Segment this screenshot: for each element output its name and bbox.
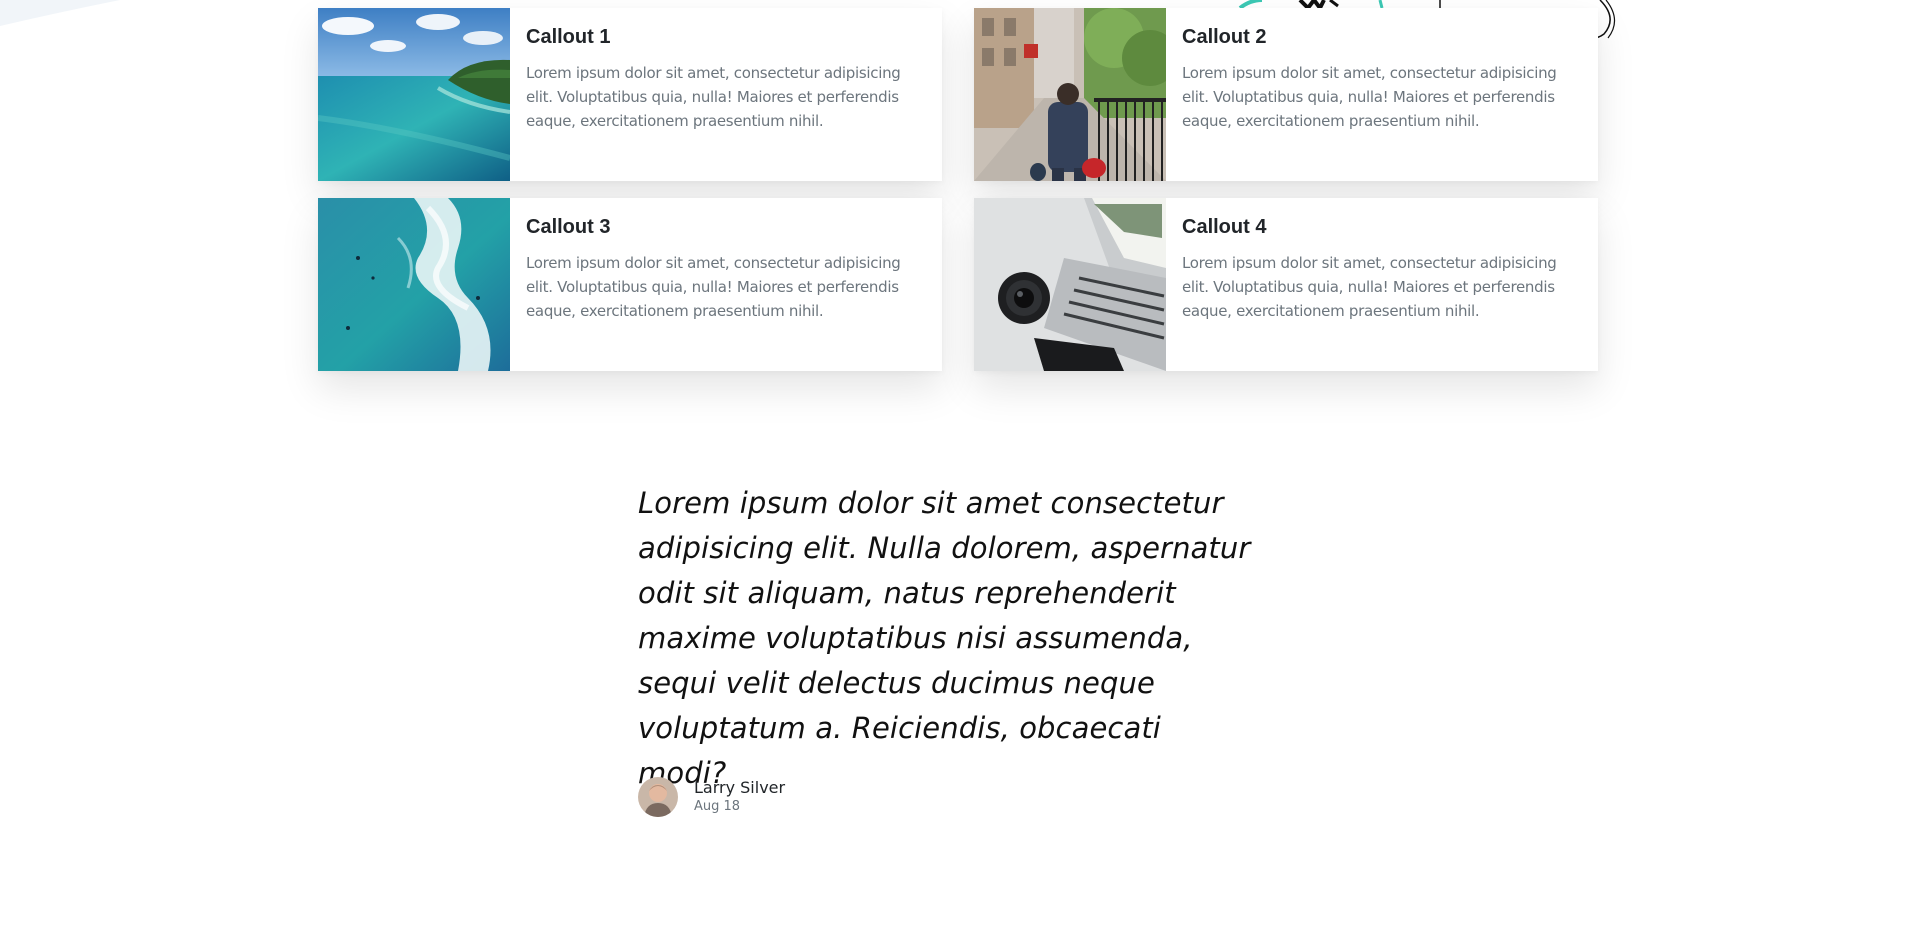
page: Callout 1 Lorem ipsum dolor sit amet, co… <box>0 0 1918 946</box>
callout-card-2[interactable]: Callout 2 Lorem ipsum dolor sit amet, co… <box>974 8 1598 181</box>
avatar <box>638 777 678 817</box>
callout-card-4[interactable]: Callout 4 Lorem ipsum dolor sit amet, co… <box>974 198 1598 371</box>
callout-card-1[interactable]: Callout 1 Lorem ipsum dolor sit amet, co… <box>318 8 942 181</box>
callout-text: Lorem ipsum dolor sit amet, consectetur … <box>526 64 901 130</box>
callout-text: Lorem ipsum dolor sit amet, consectetur … <box>1182 254 1557 320</box>
author-meta: Larry Silver Aug 18 <box>694 778 785 816</box>
callout-title: Callout 1 <box>526 26 611 48</box>
quote-text: Lorem ipsum dolor sit amet consectetur a… <box>638 486 1251 790</box>
testimonial-author: Larry Silver Aug 18 <box>638 777 785 817</box>
callout-text: Lorem ipsum dolor sit amet, consectetur … <box>1182 64 1557 130</box>
city-sidewalk-image <box>974 8 1166 181</box>
callout-title: Callout 4 <box>1182 216 1267 238</box>
callout-title: Callout 3 <box>526 216 611 238</box>
author-date: Aug 18 <box>694 799 741 814</box>
callout-card-3[interactable]: Callout 3 Lorem ipsum dolor sit amet, co… <box>318 198 942 371</box>
laptop-desk-image <box>974 198 1166 371</box>
testimonial-quote: Lorem ipsum dolor sit amet consectetur a… <box>638 481 1258 796</box>
author-name: Larry Silver <box>694 778 786 797</box>
callout-text: Lorem ipsum dolor sit amet, consectetur … <box>526 254 901 320</box>
callout-title: Callout 2 <box>1182 26 1267 48</box>
ocean-waves-image <box>318 198 510 371</box>
beach-island-image <box>318 8 510 181</box>
corner-decoration <box>0 0 120 26</box>
